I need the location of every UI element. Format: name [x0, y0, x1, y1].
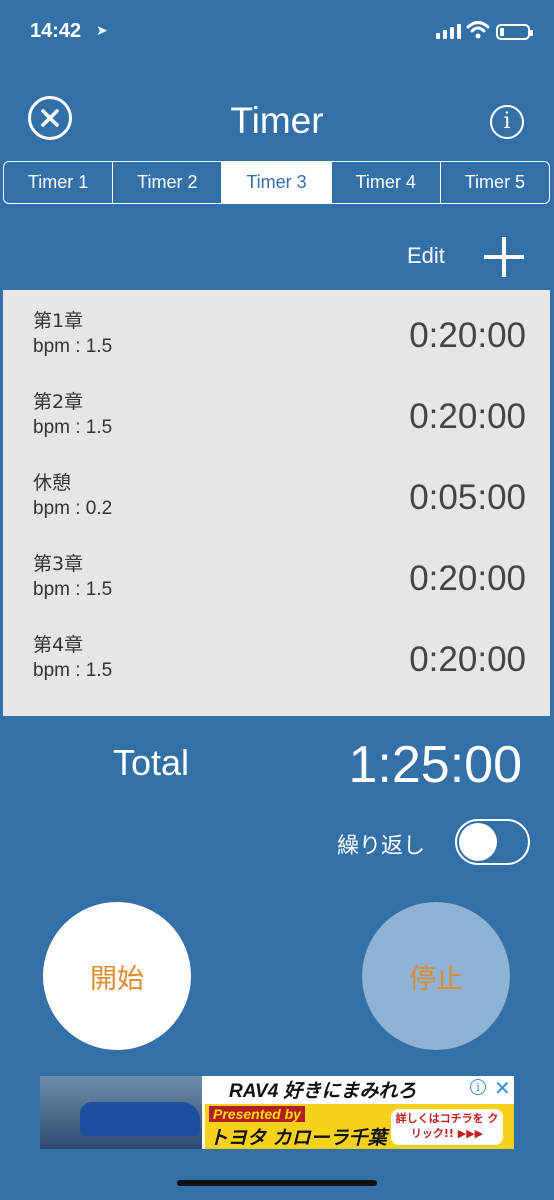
ad-presented: Presented by: [209, 1106, 305, 1122]
timer-duration: 0:05:00: [409, 478, 526, 517]
timer-name: 第3章: [33, 553, 84, 575]
edit-button[interactable]: Edit: [407, 243, 445, 269]
ad-banner[interactable]: RAV4 好きにまみれろ Presented by トヨタ カローラ千葉 詳しく…: [40, 1076, 514, 1149]
tab-timer-1[interactable]: Timer 1: [4, 162, 114, 203]
battery-icon: [496, 24, 533, 40]
stop-button[interactable]: 停止: [362, 902, 510, 1050]
timer-bpm: bpm : 0.2: [33, 498, 113, 519]
ad-headline: RAV4 好きにまみれろ: [229, 1081, 417, 1102]
timer-bpm: bpm : 1.5: [33, 579, 113, 600]
list-item[interactable]: 第3章 bpm : 1.5 0:20:00: [3, 533, 550, 614]
list-item[interactable]: 第2章 bpm : 1.5 0:20:00: [3, 371, 550, 452]
list-item[interactable]: 第4章 bpm : 1.5 0:20:00: [3, 614, 550, 695]
status-time: 14:42: [30, 20, 82, 42]
repeat-toggle[interactable]: [455, 819, 530, 865]
home-indicator[interactable]: [177, 1180, 377, 1186]
info-icon: i: [503, 109, 511, 134]
ad-info-icon[interactable]: i: [470, 1079, 486, 1095]
start-button[interactable]: 開始: [43, 902, 191, 1050]
timer-name: 第1章: [33, 310, 84, 332]
ad-close-icon[interactable]: ✕: [494, 1076, 511, 1101]
ad-cta-button[interactable]: 詳しくはコチラを クリック!! ▶▶▶: [391, 1109, 503, 1145]
timer-duration: 0:20:00: [409, 316, 526, 355]
tab-timer-4[interactable]: Timer 4: [332, 162, 441, 203]
timer-tabs: Timer 1 Timer 2 Timer 3 Timer 4 Timer 5: [3, 161, 550, 204]
toggle-knob: [459, 823, 497, 861]
repeat-label: 繰り返し: [337, 834, 426, 859]
ad-image: [40, 1076, 202, 1149]
timer-duration: 0:20:00: [409, 559, 526, 598]
location-arrow-icon: ➤: [96, 22, 108, 38]
car-icon: [80, 1102, 200, 1136]
tab-timer-3[interactable]: Timer 3: [222, 162, 332, 203]
timer-bpm: bpm : 1.5: [33, 336, 113, 357]
start-label: 開始: [90, 963, 144, 995]
add-timer-button[interactable]: [484, 237, 524, 277]
total-label: Total: [113, 742, 190, 783]
timer-bpm: bpm : 1.5: [33, 660, 113, 681]
timer-bpm: bpm : 1.5: [33, 417, 113, 438]
list-item[interactable]: 第1章 bpm : 1.5 0:20:00: [3, 290, 550, 371]
stop-label: 停止: [409, 963, 463, 995]
total-value: 1:25:00: [348, 736, 523, 794]
tab-timer-2[interactable]: Timer 2: [113, 162, 223, 203]
timer-name: 第2章: [33, 391, 84, 413]
tab-timer-5[interactable]: Timer 5: [441, 162, 549, 203]
ad-yellow-panel: Presented by トヨタ カローラ千葉 詳しくはコチラを クリック!! …: [205, 1104, 514, 1149]
timer-name: 休憩: [33, 472, 72, 494]
ad-brand: トヨタ カローラ千葉: [209, 1127, 387, 1149]
timer-duration: 0:20:00: [409, 640, 526, 679]
info-button[interactable]: i: [490, 105, 524, 139]
timer-duration: 0:20:00: [409, 397, 526, 436]
page-title: Timer: [230, 100, 324, 141]
signal-icon: [436, 24, 461, 39]
timer-list[interactable]: 第1章 bpm : 1.5 0:20:00 第2章 bpm : 1.5 0:20…: [3, 290, 550, 716]
timer-name: 第4章: [33, 634, 84, 656]
list-item[interactable]: 休憩 bpm : 0.2 0:05:00: [3, 452, 550, 533]
wifi-icon: [466, 20, 490, 45]
